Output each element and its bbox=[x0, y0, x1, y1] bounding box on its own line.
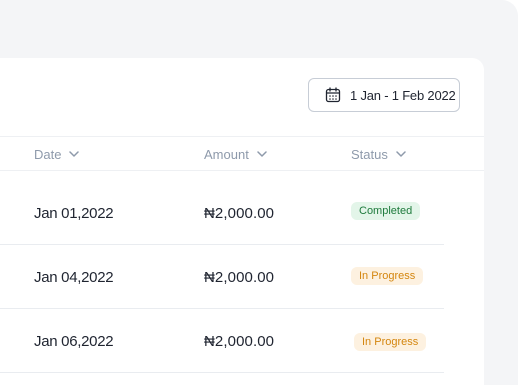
date-cell: Jan 06,2022 bbox=[34, 332, 114, 350]
column-header-label: Amount bbox=[204, 146, 249, 162]
status-badge: In Progress bbox=[351, 267, 424, 285]
status-badge: In Progress bbox=[354, 333, 427, 351]
column-header-label: Status bbox=[351, 146, 388, 162]
chevron-down-icon bbox=[69, 151, 80, 157]
table-row[interactable]: Jan 04,2022 ₦2,000.00 In Progress bbox=[0, 245, 444, 309]
chevron-down-icon bbox=[257, 151, 267, 157]
amount-cell: ₦2,000.00 bbox=[204, 332, 275, 350]
column-header-label: Date bbox=[34, 146, 62, 162]
row-divider bbox=[0, 372, 444, 373]
calendar-icon bbox=[325, 87, 341, 103]
chevron-down-icon bbox=[396, 151, 406, 157]
column-header-status[interactable]: Status bbox=[351, 137, 406, 171]
amount-cell: ₦2,000.00 bbox=[204, 268, 275, 286]
amount-cell: ₦2,000.00 bbox=[204, 204, 275, 222]
column-header-date[interactable]: Date bbox=[34, 137, 80, 171]
transactions-card: 1 Jan - 1 Feb 2022 Date Amount Status Ja… bbox=[0, 58, 484, 385]
divider bbox=[0, 170, 484, 171]
date-cell: Jan 04,2022 bbox=[34, 268, 114, 286]
date-cell: Jan 01,2022 bbox=[34, 204, 114, 222]
column-header-amount[interactable]: Amount bbox=[204, 137, 267, 171]
table-header: Date Amount Status bbox=[0, 137, 484, 171]
table-row[interactable]: Jan 01,2022 ₦2,000.00 Completed bbox=[0, 181, 444, 245]
table-row[interactable]: Jan 06,2022 ₦2,000.00 In Progress bbox=[0, 309, 444, 373]
status-badge: Completed bbox=[351, 202, 421, 220]
date-range-button[interactable]: 1 Jan - 1 Feb 2022 bbox=[308, 78, 460, 112]
date-range-label: 1 Jan - 1 Feb 2022 bbox=[350, 87, 456, 103]
